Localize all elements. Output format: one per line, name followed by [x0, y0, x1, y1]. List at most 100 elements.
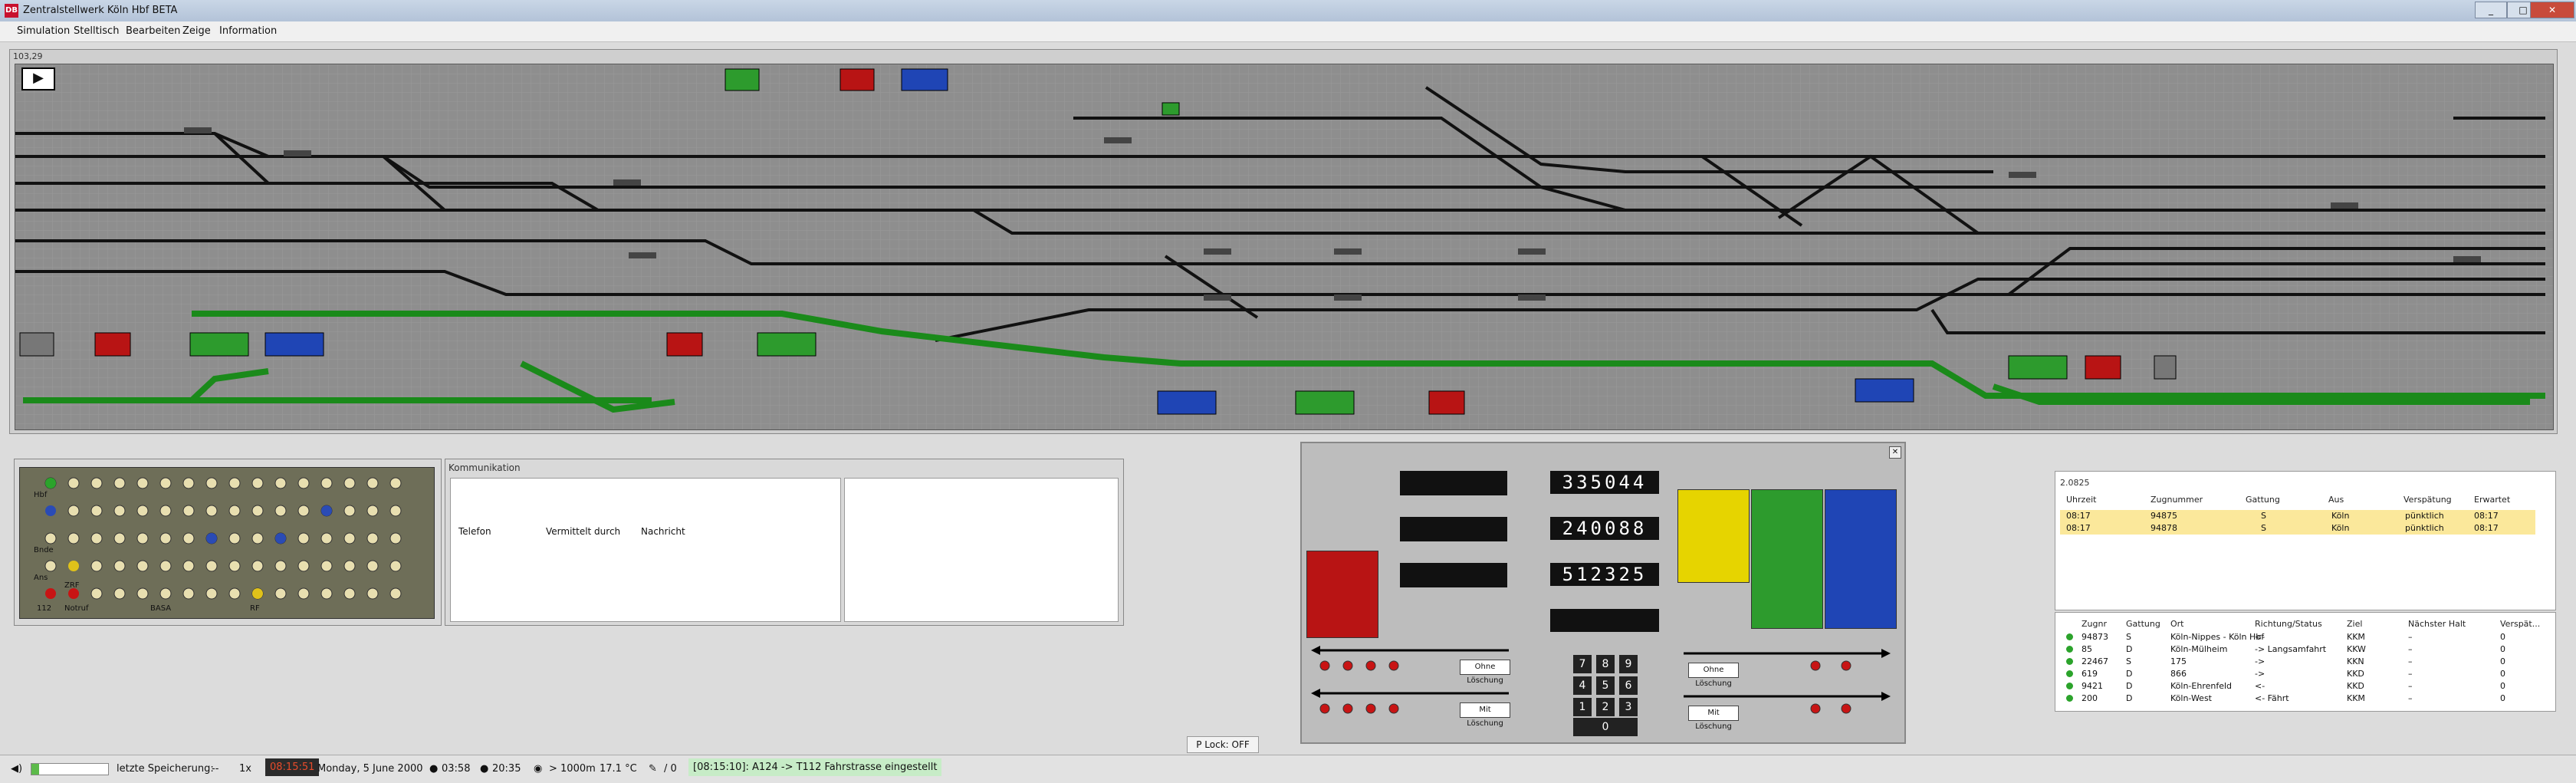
- cell: S: [2126, 656, 2131, 666]
- statusbar: ◀) letzte Speicherung: -- 1x 08:15:51 Mo…: [0, 755, 2576, 783]
- th-aus: Aus: [2328, 495, 2344, 505]
- minimize-button[interactable]: _: [2475, 2, 2507, 18]
- lamp-label-ans: Ans: [34, 574, 48, 582]
- table-row[interactable]: 200 D Köln-West <- Fährt KKM – 0: [2060, 693, 2535, 705]
- speaker-icon[interactable]: ◀): [11, 763, 22, 775]
- th-richtung: Richtung/Status: [2255, 619, 2322, 629]
- cell: pünktlich: [2405, 523, 2444, 533]
- cell: KKD: [2347, 669, 2364, 679]
- menu-stelltisch[interactable]: Stelltisch: [74, 25, 119, 37]
- clock: 08:15:51: [265, 758, 320, 776]
- status-dot-icon: [2066, 646, 2073, 653]
- th-gattung: Gattung: [2126, 619, 2160, 629]
- table-row[interactable]: 22467 S 175 -> KKN – 0: [2060, 656, 2535, 668]
- cell: Köln-Mülheim: [2170, 644, 2228, 654]
- cell: 08:17: [2066, 523, 2091, 533]
- cell: ->: [2255, 656, 2266, 666]
- cell: D: [2126, 669, 2133, 679]
- th-naechster-halt: Nächster Halt: [2408, 619, 2466, 629]
- cell: 0: [2500, 644, 2505, 654]
- menubar: Simulation Stelltisch Bearbeiten Zeige I…: [0, 21, 2576, 42]
- status-dot-icon: [2066, 670, 2073, 677]
- cell: –: [2408, 632, 2413, 642]
- cell: 94875: [2150, 511, 2177, 521]
- phone-icon: ✎: [649, 763, 657, 775]
- db-logo-icon: DB: [5, 4, 18, 18]
- table-row[interactable]: 9421 D Köln-Ehrenfeld <- KKD – 0: [2060, 680, 2535, 693]
- col-vermittelt: Vermittelt durch: [546, 526, 621, 537]
- th-ziel: Ziel: [2347, 619, 2363, 629]
- arrivals-list: 2.0825 Uhrzeit Zugnummer Gattung Aus Ver…: [2055, 471, 2556, 610]
- speed[interactable]: 1x: [239, 763, 251, 775]
- cell: S: [2261, 511, 2266, 521]
- sunrise: 03:58: [442, 763, 471, 775]
- ohne-loeschung-button-left[interactable]: Ohne Löschung: [1460, 660, 1510, 685]
- menu-simulation[interactable]: Simulation: [17, 25, 70, 37]
- save-value: --: [212, 763, 219, 775]
- cell: Köln-Nippes - Köln Hbf: [2170, 632, 2265, 642]
- track-panel: 103,29 ▶: [9, 49, 2558, 434]
- cell: S: [2261, 523, 2266, 533]
- cell: 0: [2500, 693, 2505, 703]
- menu-zeige[interactable]: Zeige: [182, 25, 211, 37]
- cell: 08:17: [2474, 511, 2499, 521]
- date: Monday, 5 June 2000: [317, 763, 423, 775]
- save-label: letzte Speicherung:: [117, 763, 214, 775]
- direction-arrow-icon[interactable]: ▶: [21, 67, 55, 90]
- cell: 22467: [2082, 656, 2108, 666]
- table-row[interactable]: 94873 S Köln-Nippes - Köln Hbf <- KKM – …: [2060, 631, 2535, 643]
- cell: D: [2126, 693, 2133, 703]
- window-titlebar: DB Zentralstellwerk Köln Hbf BETA _ □ ✕: [0, 0, 2576, 22]
- cell: Köln-Ehrenfeld: [2170, 681, 2233, 691]
- cell: <- Fährt: [2255, 693, 2289, 703]
- window-title: Zentralstellwerk Köln Hbf BETA: [23, 5, 178, 16]
- cell: 175: [2170, 656, 2187, 666]
- ohne-loeschung-button-right[interactable]: Ohne Löschung: [1688, 663, 1739, 688]
- col-nachricht: Nachricht: [641, 526, 685, 537]
- lamp-label-rf: RF: [250, 604, 260, 613]
- cell: D: [2126, 644, 2133, 654]
- cell: 200: [2082, 693, 2098, 703]
- kommunikation-title: Kommunikation: [449, 462, 521, 473]
- menu-information[interactable]: Information: [219, 25, 277, 37]
- menu-bearbeiten[interactable]: Bearbeiten: [126, 25, 180, 37]
- track-diagram[interactable]: ▶: [15, 64, 2554, 430]
- table-row[interactable]: 08:17 94878 S Köln pünktlich 08:17: [2060, 522, 2535, 535]
- lamp-label-hbf: Hbf: [34, 491, 48, 499]
- cell: KKW: [2347, 644, 2366, 654]
- cell: 866: [2170, 669, 2187, 679]
- mit-loeschung-button-right[interactable]: Mit Löschung: [1688, 706, 1739, 731]
- cell: –: [2408, 669, 2413, 679]
- status-dot-icon: [2066, 683, 2073, 689]
- table-row[interactable]: 619 D 866 -> KKD – 0: [2060, 668, 2535, 680]
- track-svg[interactable]: [15, 64, 2553, 429]
- arrivals-list-id: 2.0825: [2060, 478, 2090, 488]
- cell: Köln: [2331, 511, 2350, 521]
- cell: KKN: [2347, 656, 2364, 666]
- kommunikation-panel: Kommunikation Telefon Vermittelt durch N…: [445, 459, 1124, 626]
- panel-coordinate: 103,29: [13, 51, 43, 61]
- cell: –: [2408, 656, 2413, 666]
- close-button[interactable]: ✕: [2530, 2, 2574, 18]
- mit-loeschung-button-left[interactable]: Mit Löschung: [1460, 702, 1510, 728]
- message-area[interactable]: [844, 478, 1119, 622]
- th-zugnr: Zugnr: [2082, 619, 2107, 629]
- cell: KKM: [2347, 632, 2365, 642]
- cell: 94873: [2082, 632, 2108, 642]
- lamp-grid: [44, 477, 402, 600]
- cell: 0: [2500, 669, 2505, 679]
- plock-toggle[interactable]: P Lock: OFF: [1187, 736, 1259, 753]
- train-list: Zugnr Gattung Ort Richtung/Status Ziel N…: [2055, 612, 2556, 712]
- stelltisch-arrows: [1311, 646, 1891, 714]
- table-row[interactable]: 85 D Köln-Mülheim -> Langsamfahrt KKW – …: [2060, 643, 2535, 656]
- call-list[interactable]: Telefon Vermittelt durch Nachricht: [450, 478, 841, 622]
- cell: 0: [2500, 632, 2505, 642]
- table-row[interactable]: 08:17 94875 S Köln pünktlich 08:17: [2060, 510, 2535, 522]
- cell: Köln: [2331, 523, 2350, 533]
- status-dot-icon: [2066, 695, 2073, 702]
- th-gattung: Gattung: [2246, 495, 2280, 505]
- message-count: / 0: [664, 763, 677, 775]
- cell: 08:17: [2066, 511, 2091, 521]
- stelltisch-window: ✕ 335044 240088 512325 7 8 9 4 5 6 1 2 3…: [1300, 442, 1906, 744]
- visibility: > 1000m: [549, 763, 596, 775]
